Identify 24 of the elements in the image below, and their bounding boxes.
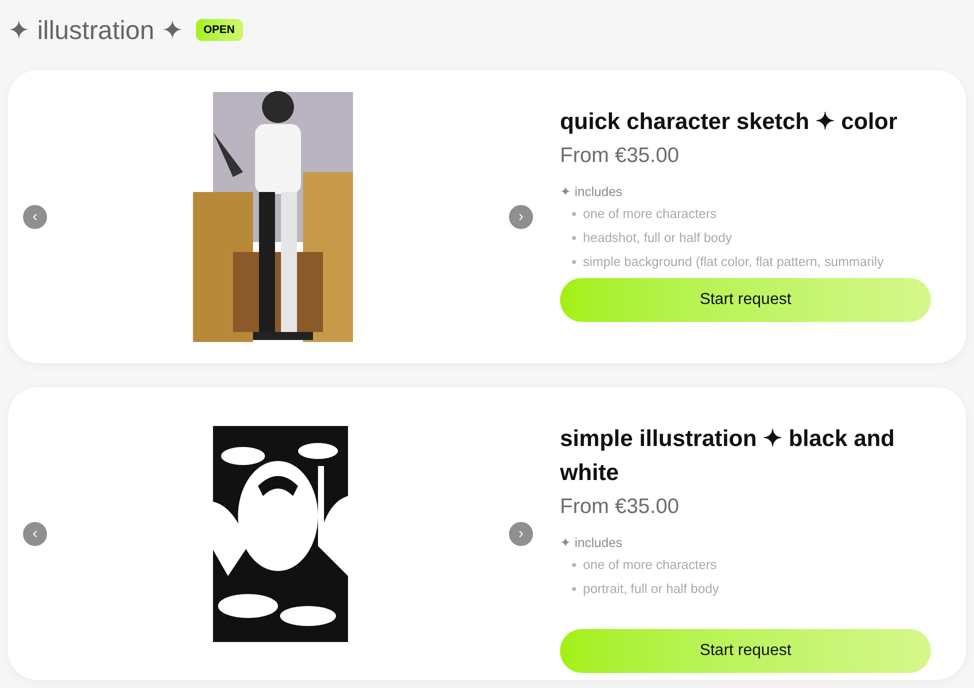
status-badge: OPEN	[196, 18, 243, 42]
previous-button[interactable]: ‹	[23, 204, 47, 228]
next-button[interactable]: ›	[509, 204, 533, 228]
previous-button[interactable]: ‹	[23, 522, 47, 546]
next-button[interactable]: ›	[509, 522, 533, 546]
feature-text: one of more characters	[583, 556, 717, 574]
bullet-icon	[572, 562, 576, 566]
start-request-button[interactable]: Start request	[560, 628, 931, 672]
start-request-button[interactable]: Start request	[560, 278, 931, 322]
bullet-icon	[572, 212, 576, 216]
feature-text: portrait, full or half body	[583, 580, 719, 598]
bullet-icon	[572, 586, 576, 590]
feature-text: one of more characters	[583, 204, 717, 222]
product-price: From €35.00	[560, 143, 680, 169]
product-title: quick character sketch ✦ color	[560, 107, 898, 136]
product-price: From €35.00	[560, 494, 680, 520]
section-title: ✦ illustration ✦	[8, 14, 184, 46]
includes-label: ✦ includes	[560, 534, 624, 552]
bullet-icon	[572, 236, 576, 240]
includes-label: ✦ includes	[560, 182, 624, 200]
bullet-icon	[572, 260, 576, 264]
feature-text: simple background (flat color, flat pattern, summarily	[583, 252, 884, 271]
feature-text: headshot, full or half body	[583, 228, 732, 247]
product-title: simple illustration ✦ black and white	[560, 424, 896, 487]
